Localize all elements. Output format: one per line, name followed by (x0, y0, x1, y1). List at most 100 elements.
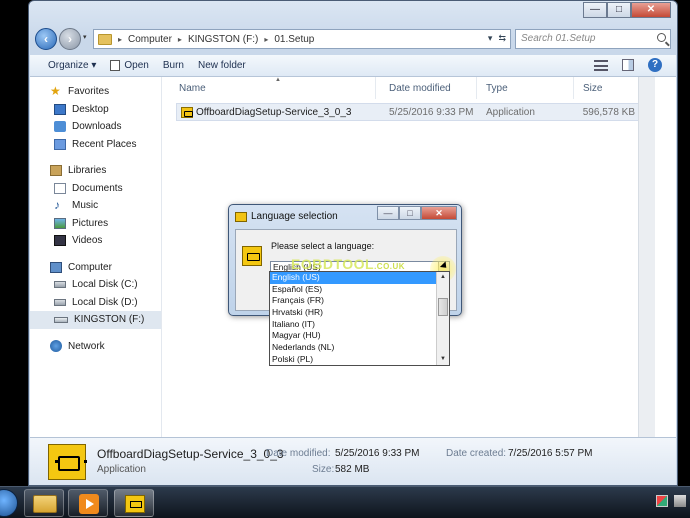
refresh-icon[interactable]: ⇆ (498, 33, 506, 44)
recent-places-icon (54, 138, 66, 150)
column-headers: ▲ Name Date modified Type Size (165, 77, 656, 99)
address-tools: ▾ ⇆ (488, 33, 506, 44)
address-dropdown-icon[interactable]: ▾ (488, 33, 493, 44)
sidebar-item-libraries[interactable]: Libraries (30, 162, 161, 180)
column-header-date[interactable]: Date modified (389, 83, 451, 94)
obd-connector-icon (242, 246, 262, 266)
file-name: OffboardDiagSetup-Service_3_0_3 (196, 107, 352, 118)
open-label: Open (124, 60, 149, 71)
sidebar-item-downloads[interactable]: Downloads (30, 118, 161, 136)
action-center-icon[interactable] (656, 495, 668, 507)
dialog-close-button[interactable]: ✕ (421, 206, 457, 220)
history-dropdown-icon[interactable]: ▾ (83, 33, 87, 41)
sidebar-label: Local Disk (C:) (72, 279, 138, 291)
sidebar-label: Music (72, 200, 99, 212)
window-caption-buttons: — □ ✕ (583, 2, 671, 18)
desktop-icon (54, 103, 66, 115)
taskbar-diag-setup[interactable] (114, 489, 154, 517)
change-view-icon[interactable] (594, 59, 608, 71)
new-folder-button[interactable]: New folder (198, 60, 246, 71)
sidebar-label: Computer (68, 261, 112, 273)
sidebar-label: Network (68, 340, 105, 352)
vertical-scrollbar[interactable] (638, 77, 655, 437)
sidebar-item-desktop[interactable]: Desktop (30, 101, 161, 119)
taskbar-explorer[interactable] (24, 489, 64, 517)
scroll-down-icon[interactable]: ▼ (437, 354, 449, 365)
minimize-button[interactable]: — (583, 2, 607, 18)
file-type: Application (486, 107, 535, 118)
videos-icon (54, 235, 66, 247)
obd-connector-icon (125, 495, 145, 513)
file-row[interactable]: OffboardDiagSetup-Service_3_0_3 5/25/201… (176, 103, 640, 121)
file-size: 596,578 KB (582, 107, 635, 118)
breadcrumb-computer[interactable]: Computer (128, 34, 172, 45)
organize-button[interactable]: Organize ▾ (48, 60, 96, 71)
column-header-size[interactable]: Size (583, 83, 602, 94)
sidebar-label: KINGSTON (F:) (74, 314, 145, 326)
open-icon (110, 60, 121, 71)
sidebar-item-kingston[interactable]: KINGSTON (F:) (30, 311, 161, 329)
language-option-dutch[interactable]: Nederlands (NL) (270, 342, 436, 354)
breadcrumb[interactable]: ▸ Computer ▸ KINGSTON (F:) ▸ 01.Setup ▾ … (93, 29, 511, 49)
obd-connector-icon (235, 212, 247, 222)
documents-icon (54, 182, 66, 194)
language-option-croatian[interactable]: Hrvatski (HR) (270, 307, 436, 319)
music-icon: ♪ (54, 198, 60, 213)
forward-button[interactable]: › (59, 28, 81, 50)
system-tray (656, 495, 686, 507)
details-file-type: Application (97, 464, 146, 475)
back-button[interactable]: ‹ (35, 28, 57, 50)
language-option-italian[interactable]: Italiano (IT) (270, 319, 436, 331)
sidebar-item-music[interactable]: ♪ Music (30, 197, 161, 215)
close-button[interactable]: ✕ (631, 2, 671, 18)
hard-disk-icon (54, 281, 66, 289)
help-icon[interactable]: ? (648, 58, 662, 72)
details-size-label: Size: (312, 464, 335, 475)
maximize-button[interactable]: □ (607, 2, 631, 18)
sidebar-label: Libraries (68, 165, 107, 177)
dropdown-scrollbar[interactable]: ▲ ▼ (436, 272, 449, 365)
sidebar-item-computer[interactable]: Computer (30, 259, 161, 277)
scroll-thumb[interactable] (438, 298, 448, 316)
computer-icon (50, 261, 62, 273)
open-button[interactable]: Open (110, 60, 149, 71)
dialog-maximize-button[interactable]: □ (399, 206, 421, 220)
sidebar-item-local-disk-c[interactable]: Local Disk (C:) (30, 276, 161, 294)
sidebar-item-network[interactable]: Network (30, 338, 161, 356)
search-icon[interactable] (657, 33, 666, 42)
taskbar-media-player[interactable] (68, 489, 108, 517)
column-header-type[interactable]: Type (486, 83, 508, 94)
sidebar-item-documents[interactable]: Documents (30, 180, 161, 198)
usb-drive-icon (54, 316, 68, 323)
column-header-name[interactable]: Name (179, 83, 206, 94)
network-icon (50, 340, 62, 353)
sidebar-item-recent-places[interactable]: Recent Places (30, 136, 161, 154)
scroll-up-icon[interactable]: ▲ (437, 272, 449, 283)
sidebar-item-videos[interactable]: Videos (30, 232, 161, 250)
sidebar-label: Local Disk (D:) (72, 296, 138, 308)
language-option-polish[interactable]: Polski (PL) (270, 354, 436, 366)
sidebar-item-pictures[interactable]: Pictures (30, 215, 161, 233)
sidebar-label: Downloads (72, 121, 122, 133)
dialog-minimize-button[interactable]: — (377, 206, 399, 220)
details-date-modified-label: Date modified: (266, 448, 331, 459)
folder-icon (98, 33, 112, 45)
network-status-icon[interactable] (674, 495, 686, 507)
star-icon: ★ (50, 84, 61, 99)
search-placeholder: Search 01.Setup (521, 33, 596, 44)
address-bar: ‹ › ▾ ▸ Computer ▸ KINGSTON (F:) ▸ 01.Se… (35, 27, 671, 51)
start-button[interactable] (0, 489, 18, 517)
preview-pane-icon[interactable] (622, 59, 634, 71)
language-option-hungarian[interactable]: Magyar (HU) (270, 330, 436, 342)
sidebar-item-favorites[interactable]: ★ Favorites (30, 83, 161, 101)
language-option-french[interactable]: Français (FR) (270, 295, 436, 307)
breadcrumb-drive[interactable]: KINGSTON (F:) (188, 34, 258, 45)
hard-disk-icon (54, 298, 66, 306)
search-input[interactable]: Search 01.Setup (515, 29, 671, 49)
sidebar-item-local-disk-d[interactable]: Local Disk (D:) (30, 294, 161, 312)
breadcrumb-separator: ▸ (264, 34, 269, 44)
burn-button[interactable]: Burn (163, 60, 184, 71)
language-option-english[interactable]: English (US) (270, 272, 436, 284)
language-option-spanish[interactable]: Español (ES) (270, 284, 436, 296)
breadcrumb-folder[interactable]: 01.Setup (274, 34, 314, 45)
